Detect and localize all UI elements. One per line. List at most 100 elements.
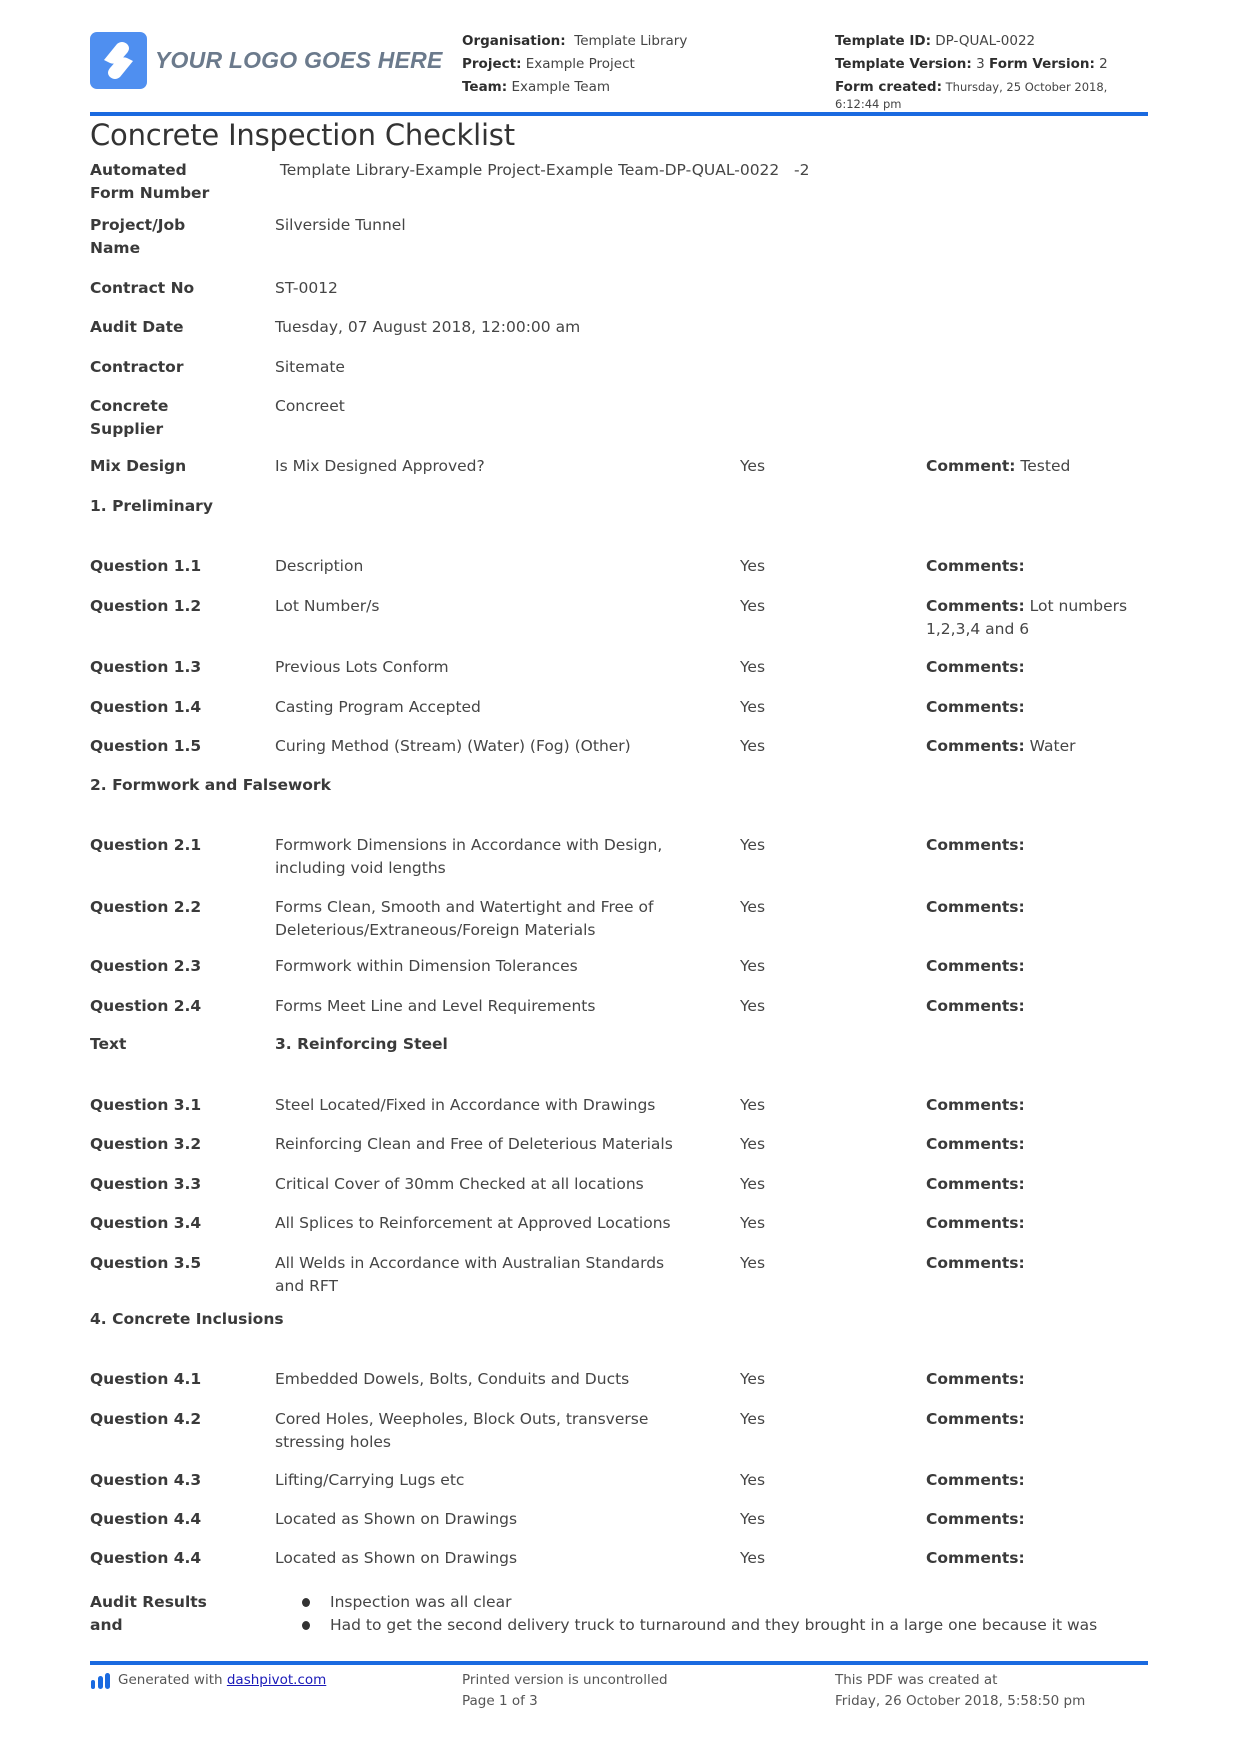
field-value: Concreet [275, 397, 345, 415]
question-label: Question 4.1 [90, 1370, 202, 1388]
mix-design-question: Is Mix Designed Approved? [275, 457, 485, 475]
question-answer: Yes [740, 957, 766, 975]
audit-result-item: Inspection was all clear [300, 1591, 1160, 1614]
question-comment: Comments: [926, 1214, 1025, 1232]
question-text: Embedded Dowels, Bolts, Conduits and Duc… [275, 1370, 630, 1388]
header-divider [90, 112, 1148, 116]
question-answer: Yes [740, 1135, 766, 1153]
mix-design-comment: Comment: Tested [926, 457, 1071, 475]
pdf-created-value: Friday, 26 October 2018, 5:58:50 pm [835, 1693, 1086, 1709]
question-answer: Yes [740, 1370, 766, 1388]
field-value: Tuesday, 07 August 2018, 12:00:00 am [275, 318, 581, 336]
question-answer: Yes [740, 898, 766, 916]
field-label: Contractor [90, 358, 184, 376]
question-label: Question 2.2 [90, 898, 202, 916]
field-label: Concrete Supplier [90, 397, 169, 438]
dashpivot-icon [90, 1672, 112, 1690]
question-text: Reinforcing Clean and Free of Deleteriou… [275, 1135, 673, 1153]
audit-results-label: Audit Results and [90, 1593, 207, 1634]
question-text: Cored Holes, Weepholes, Block Outs, tran… [275, 1410, 649, 1451]
question-answer: Yes [740, 1214, 766, 1232]
question-text: Forms Clean, Smooth and Watertight and F… [275, 898, 654, 939]
question-text: Formwork Dimensions in Accordance with D… [275, 836, 663, 877]
logo: YOUR LOGO GOES HERE [90, 32, 443, 89]
question-answer: Yes [740, 1471, 766, 1489]
footer-divider [90, 1661, 1148, 1665]
question-text: Located as Shown on Drawings [275, 1549, 518, 1567]
section-prefix: Text [90, 1035, 127, 1053]
logo-text: YOUR LOGO GOES HERE [155, 47, 443, 73]
question-comment: Comments: [926, 1410, 1025, 1428]
question-comment: Comments: [926, 1254, 1025, 1272]
question-label: Question 1.1 [90, 557, 202, 575]
dashpivot-link[interactable]: dashpivot.com [227, 1670, 326, 1691]
section-title: 3. Reinforcing Steel [275, 1035, 448, 1053]
question-text: Previous Lots Conform [275, 658, 449, 676]
question-label: Question 1.5 [90, 737, 202, 755]
field-label: Contract No [90, 279, 195, 297]
question-comment: Comments: Water [926, 737, 1076, 755]
mix-design-answer: Yes [740, 457, 766, 475]
question-label: Question 1.3 [90, 658, 202, 676]
question-comment: Comments: [926, 557, 1025, 575]
field-label: Automated Form Number [90, 161, 210, 202]
question-answer: Yes [740, 836, 766, 854]
question-label: Question 3.1 [90, 1096, 202, 1114]
question-text: Curing Method (Stream) (Water) (Fog) (Ot… [275, 737, 631, 755]
question-comment: Comments: [926, 1549, 1025, 1567]
question-comment: Comments: Lot numbers 1,2,3,4 and 6 [926, 597, 1128, 638]
audit-result-item: Had to get the second delivery truck to … [300, 1614, 1160, 1637]
question-text: All Welds in Accordance with Australian … [275, 1254, 665, 1295]
question-answer: Yes [740, 997, 766, 1015]
field-value: Silverside Tunnel [275, 216, 406, 234]
question-label: Question 4.4 [90, 1549, 202, 1567]
question-label: Question 2.1 [90, 836, 202, 854]
template-id-line: Template ID: DP-QUAL-0022 [835, 33, 1036, 49]
generated-with: Generated with dashpivot.com [90, 1670, 326, 1691]
organisation-line: Organisation: Template Library [462, 33, 688, 49]
question-comment: Comments: [926, 1135, 1025, 1153]
question-comment: Comments: [926, 898, 1025, 916]
question-answer: Yes [740, 737, 766, 755]
field-value: ST-0012 [275, 279, 338, 297]
question-label: Question 3.4 [90, 1214, 202, 1232]
page-number: Page 1 of 3 [462, 1693, 538, 1709]
project-line: Project: Example Project [462, 56, 635, 72]
page-title: Concrete Inspection Checklist [90, 118, 515, 152]
question-answer: Yes [740, 1175, 766, 1193]
question-answer: Yes [740, 1549, 766, 1567]
mix-design-label: Mix Design [90, 457, 187, 475]
question-text: Description [275, 557, 364, 575]
question-answer: Yes [740, 658, 766, 676]
question-label: Question 4.4 [90, 1510, 202, 1528]
question-comment: Comments: [926, 997, 1025, 1015]
template-meta: Template ID: DP-QUAL-0022 Template Versi… [835, 30, 1155, 113]
question-label: Question 4.3 [90, 1471, 202, 1489]
form-created-line: Form created: Thursday, 25 October 2018,… [835, 79, 1108, 111]
question-label: Question 3.2 [90, 1135, 202, 1153]
question-answer: Yes [740, 557, 766, 575]
question-comment: Comments: [926, 1510, 1025, 1528]
question-answer: Yes [740, 1410, 766, 1428]
question-comment: Comments: [926, 957, 1025, 975]
question-label: Question 1.2 [90, 597, 202, 615]
question-text: Forms Meet Line and Level Requirements [275, 997, 596, 1015]
field-value: Sitemate [275, 358, 345, 376]
audit-results-list: Inspection was all clear Had to get the … [300, 1591, 1160, 1637]
question-text: Located as Shown on Drawings [275, 1510, 518, 1528]
question-comment: Comments: [926, 1370, 1025, 1388]
question-label: Question 3.3 [90, 1175, 202, 1193]
question-comment: Comments: [926, 658, 1025, 676]
organisation-meta: Organisation: Template Library Project: … [462, 30, 687, 99]
question-label: Question 1.4 [90, 698, 202, 716]
question-text: Casting Program Accepted [275, 698, 481, 716]
question-answer: Yes [740, 1510, 766, 1528]
uncontrolled-notice: Printed version is uncontrolled [462, 1672, 668, 1688]
team-line: Team: Example Team [462, 79, 610, 95]
field-label: Audit Date [90, 318, 184, 336]
question-answer: Yes [740, 1096, 766, 1114]
question-text: Lot Number/s [275, 597, 380, 615]
question-answer: Yes [740, 698, 766, 716]
question-text: Lifting/Carrying Lugs etc [275, 1471, 465, 1489]
version-line: Template Version: 3 Form Version: 2 [835, 56, 1108, 72]
